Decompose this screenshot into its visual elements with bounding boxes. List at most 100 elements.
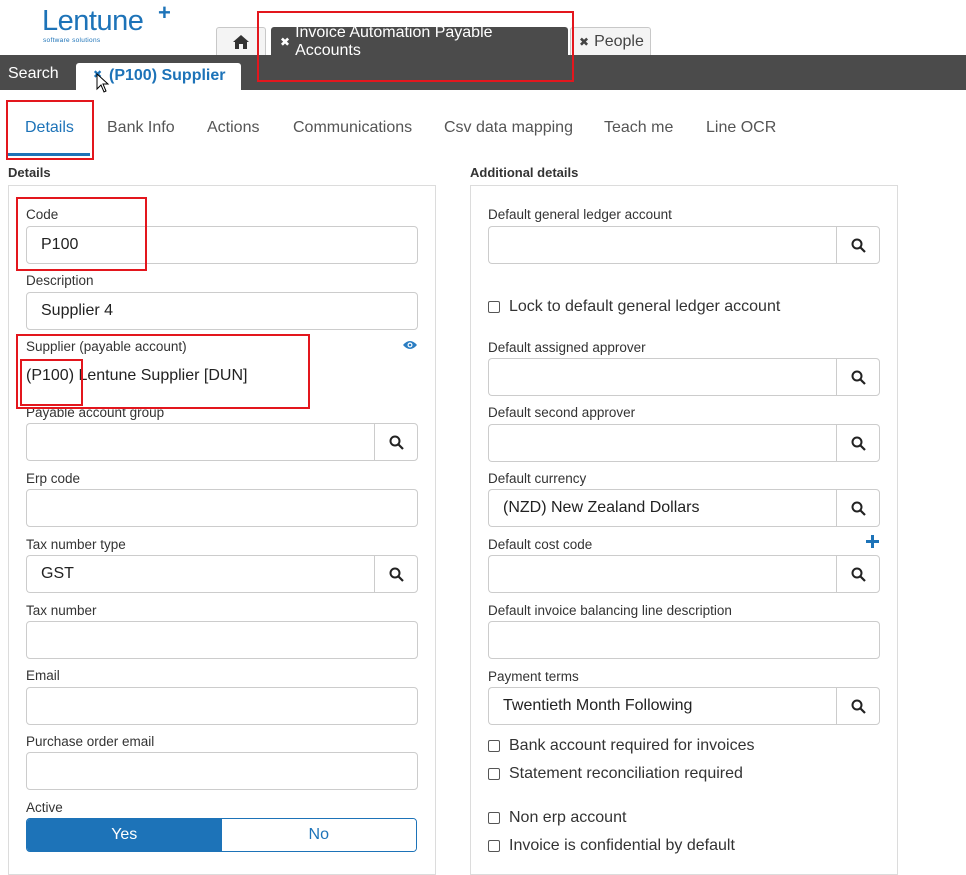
non-erp-checkbox[interactable]: Non erp account	[488, 809, 626, 827]
default-gl-lookup	[488, 226, 880, 264]
second-approver-lookup	[488, 424, 880, 462]
checkbox-box[interactable]	[488, 840, 500, 852]
active-label: Active	[26, 800, 63, 815]
lock-gl-checkbox[interactable]: Lock to default general ledger account	[488, 298, 780, 316]
non-erp-label: Non erp account	[509, 809, 627, 826]
subtab-communications[interactable]: Communications	[293, 119, 412, 137]
tax-type-field[interactable]: GST	[26, 555, 374, 593]
tab-label: People	[594, 32, 644, 50]
statement-reconciliation-label: Statement reconciliation required	[509, 765, 743, 782]
cost-code-search-button[interactable]	[836, 555, 880, 593]
second-approver-field[interactable]	[488, 424, 836, 462]
tax-number-field[interactable]	[26, 621, 418, 659]
lentune-logo: Lentune + software solutions	[42, 0, 172, 48]
cost-code-lookup	[488, 555, 880, 593]
tax-type-search-button[interactable]	[374, 555, 418, 593]
email-label: Email	[26, 668, 60, 683]
second-approver-search-button[interactable]	[836, 424, 880, 462]
logo-tagline: software solutions	[43, 37, 101, 44]
checkbox-box[interactable]	[488, 301, 500, 313]
bank-required-label: Bank account required for invoices	[509, 737, 755, 754]
default-gl-label: Default general ledger account	[488, 207, 672, 222]
payment-terms-lookup: Twentieth Month Following	[488, 687, 880, 725]
tab-invoice-automation[interactable]: ✖ Invoice Automation Payable Accounts	[271, 24, 568, 59]
bank-required-checkbox[interactable]: Bank account required for invoices	[488, 737, 754, 755]
subtab-csv-data-mapping[interactable]: Csv data mapping	[444, 119, 573, 137]
active-no-button[interactable]: No	[221, 819, 416, 851]
email-field[interactable]	[26, 687, 418, 725]
checkbox-box[interactable]	[488, 768, 500, 780]
search-icon	[851, 567, 866, 582]
search-icon	[851, 370, 866, 385]
balancing-field[interactable]	[488, 621, 880, 659]
search-icon	[389, 567, 404, 582]
currency-field[interactable]: (NZD) New Zealand Dollars	[488, 489, 836, 527]
code-field[interactable]: P100	[26, 226, 418, 264]
subtab-details[interactable]: Details	[25, 119, 74, 137]
close-icon[interactable]: ✖	[280, 35, 290, 49]
search-icon	[389, 435, 404, 450]
tax-type-lookup: GST	[26, 555, 418, 593]
currency-label: Default currency	[488, 471, 587, 486]
payable-group-search-button[interactable]	[374, 423, 418, 461]
home-icon	[233, 34, 249, 49]
currency-search-button[interactable]	[836, 489, 880, 527]
home-tab[interactable]	[216, 27, 266, 55]
cursor-icon	[96, 73, 110, 93]
erp-code-field[interactable]	[26, 489, 418, 527]
supplier-label: Supplier (payable account)	[26, 339, 187, 354]
active-tab-indicator	[8, 153, 90, 156]
default-gl-search-button[interactable]	[836, 226, 880, 264]
close-icon[interactable]: ✖	[579, 35, 589, 49]
default-gl-field[interactable]	[488, 226, 836, 264]
subtab-teach-me[interactable]: Teach me	[604, 119, 673, 137]
subtab-bank-info[interactable]: Bank Info	[107, 119, 175, 137]
description-field[interactable]: Supplier 4	[26, 292, 418, 330]
additional-details-title: Additional details	[470, 165, 579, 180]
plus-icon[interactable]	[866, 535, 879, 548]
tax-type-label: Tax number type	[26, 537, 126, 552]
payment-terms-label: Payment terms	[488, 669, 579, 684]
second-approver-label: Default second approver	[488, 405, 636, 420]
search-icon	[851, 436, 866, 451]
approver-field[interactable]	[488, 358, 836, 396]
details-section-title: Details	[8, 165, 51, 180]
logo-wordmark: Lentune	[42, 5, 144, 37]
code-label: Code	[26, 207, 59, 222]
cost-code-field[interactable]	[488, 555, 836, 593]
balancing-label: Default invoice balancing line descripti…	[488, 603, 732, 618]
lock-gl-label: Lock to default general ledger account	[509, 298, 781, 315]
eye-icon[interactable]	[402, 339, 418, 351]
checkbox-box[interactable]	[488, 740, 500, 752]
approver-search-button[interactable]	[836, 358, 880, 396]
description-label: Description	[26, 273, 94, 288]
po-email-label: Purchase order email	[26, 734, 155, 749]
search-icon	[851, 501, 866, 516]
payable-group-label: Payable account group	[26, 405, 165, 420]
erp-code-label: Erp code	[26, 471, 81, 486]
record-tab-label: (P100) Supplier	[109, 67, 226, 84]
logo-plus: +	[158, 0, 171, 25]
subtab-line-ocr[interactable]: Line OCR	[706, 119, 776, 137]
po-email-field[interactable]	[26, 752, 418, 790]
currency-lookup: (NZD) New Zealand Dollars	[488, 489, 880, 527]
active-yes-button[interactable]: Yes	[27, 819, 222, 851]
supplier-value: (P100) Lentune Supplier [DUN]	[26, 367, 248, 384]
confidential-label: Invoice is confidential by default	[509, 837, 735, 854]
tab-people[interactable]: ✖ People	[570, 27, 651, 55]
search-link[interactable]: Search	[8, 65, 59, 83]
payment-terms-field[interactable]: Twentieth Month Following	[488, 687, 836, 725]
confidential-checkbox[interactable]: Invoice is confidential by default	[488, 837, 735, 855]
cost-code-label: Default cost code	[488, 537, 593, 552]
subtab-actions[interactable]: Actions	[207, 119, 259, 137]
approver-label: Default assigned approver	[488, 340, 646, 355]
payable-group-lookup	[26, 423, 418, 461]
payment-terms-search-button[interactable]	[836, 687, 880, 725]
approver-lookup	[488, 358, 880, 396]
statement-reconciliation-checkbox[interactable]: Statement reconciliation required	[488, 765, 743, 783]
payable-group-field[interactable]	[26, 423, 374, 461]
tax-number-label: Tax number	[26, 603, 97, 618]
active-toggle: Yes No	[26, 818, 417, 852]
search-icon	[851, 238, 866, 253]
checkbox-box[interactable]	[488, 812, 500, 824]
